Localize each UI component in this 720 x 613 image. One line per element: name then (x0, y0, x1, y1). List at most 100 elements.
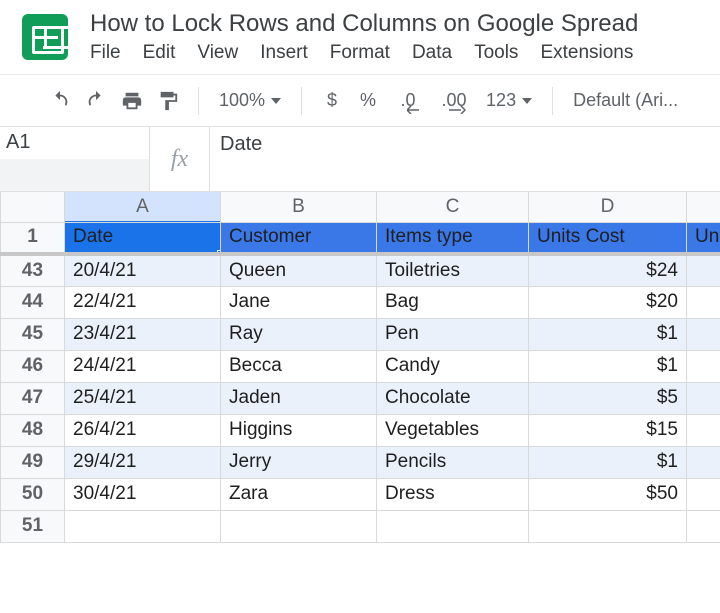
row-header[interactable]: 49 (1, 446, 65, 478)
cell[interactable]: Unit (687, 222, 720, 254)
cell[interactable] (221, 510, 377, 542)
cell[interactable]: 25/4/21 (65, 382, 221, 414)
menu-extensions[interactable]: Extensions (540, 42, 633, 64)
cell[interactable]: Items type (377, 222, 529, 254)
name-box-value: A1 (6, 131, 30, 154)
number-format-select[interactable]: 123 (480, 90, 538, 111)
cell[interactable]: $15 (529, 414, 687, 446)
column-header-b[interactable]: B (221, 192, 377, 222)
toolbar: 100% $ % .0 .00 123 Default (Ari... (0, 74, 720, 126)
column-header-a[interactable]: A (65, 192, 221, 222)
cell[interactable] (377, 510, 529, 542)
cell[interactable]: $1 (529, 446, 687, 478)
cell[interactable]: Zara (221, 478, 377, 510)
cell[interactable]: $1 (529, 318, 687, 350)
cell[interactable] (687, 382, 720, 414)
increase-decimal-button[interactable]: .00 (432, 85, 476, 117)
column-header-d[interactable]: D (529, 192, 687, 222)
cell[interactable]: Queen (221, 254, 377, 286)
name-box[interactable]: A1 (0, 127, 150, 191)
menu-view[interactable]: View (197, 42, 238, 64)
row-header[interactable]: 1 (1, 222, 65, 254)
cell[interactable]: $1 (529, 350, 687, 382)
cell[interactable]: Jaden (221, 382, 377, 414)
cell[interactable]: Becca (221, 350, 377, 382)
cell[interactable]: Higgins (221, 414, 377, 446)
row-header[interactable]: 50 (1, 478, 65, 510)
row-header[interactable]: 46 (1, 350, 65, 382)
percent-label: % (360, 90, 376, 111)
cell[interactable]: 30/4/21 (65, 478, 221, 510)
cell[interactable] (687, 446, 720, 478)
cell[interactable] (687, 350, 720, 382)
cell[interactable] (687, 254, 720, 286)
cell[interactable] (687, 318, 720, 350)
row-header[interactable]: 43 (1, 254, 65, 286)
cell[interactable]: Bag (377, 286, 529, 318)
cell[interactable]: Pen (377, 318, 529, 350)
cell[interactable]: Date (65, 222, 221, 254)
cell[interactable]: 23/4/21 (65, 318, 221, 350)
redo-button[interactable] (80, 85, 112, 117)
cell[interactable]: Candy (377, 350, 529, 382)
column-header-c[interactable]: C (377, 192, 529, 222)
cell[interactable]: 20/4/21 (65, 254, 221, 286)
spreadsheet-grid[interactable]: A B C D 1 Date Customer Items type Units… (0, 192, 720, 543)
cell[interactable]: $20 (529, 286, 687, 318)
menu-data[interactable]: Data (412, 42, 452, 64)
menu-file[interactable]: File (90, 42, 121, 64)
logo-wrap (0, 8, 90, 60)
select-all-corner[interactable] (1, 192, 65, 222)
cell[interactable]: 24/4/21 (65, 350, 221, 382)
menu-tools[interactable]: Tools (474, 42, 518, 64)
row-header[interactable]: 47 (1, 382, 65, 414)
cell[interactable]: Units Cost (529, 222, 687, 254)
document-title[interactable]: How to Lock Rows and Columns on Google S… (90, 8, 720, 42)
cell[interactable]: Customer (221, 222, 377, 254)
formula-input[interactable]: Date (210, 127, 720, 191)
cell[interactable]: 29/4/21 (65, 446, 221, 478)
print-button[interactable] (116, 85, 148, 117)
cell[interactable]: Toiletries (377, 254, 529, 286)
cell[interactable]: 26/4/21 (65, 414, 221, 446)
font-select[interactable]: Default (Ari... (567, 90, 684, 111)
cell[interactable] (687, 286, 720, 318)
cell[interactable]: $50 (529, 478, 687, 510)
cell[interactable]: Jerry (221, 446, 377, 478)
cell[interactable]: $5 (529, 382, 687, 414)
decrease-decimal-icon: .0 (401, 90, 416, 111)
cell[interactable] (687, 510, 720, 542)
cell[interactable]: Jane (221, 286, 377, 318)
zoom-select[interactable]: 100% (213, 90, 287, 111)
cell[interactable]: Vegetables (377, 414, 529, 446)
undo-button[interactable] (44, 85, 76, 117)
cell[interactable]: Ray (221, 318, 377, 350)
format-percent-button[interactable]: % (352, 85, 384, 117)
row-header[interactable]: 48 (1, 414, 65, 446)
cell[interactable] (65, 510, 221, 542)
cell[interactable] (687, 414, 720, 446)
cell[interactable] (529, 510, 687, 542)
format-currency-button[interactable]: $ (316, 85, 348, 117)
name-box-dropdown[interactable] (0, 159, 149, 191)
paint-format-button[interactable] (152, 85, 184, 117)
cell[interactable] (687, 478, 720, 510)
fx-icon: fx (150, 127, 210, 191)
menu-bar: File Edit View Insert Format Data Tools … (90, 42, 720, 74)
sheets-logo-icon[interactable] (22, 14, 68, 60)
menu-insert[interactable]: Insert (260, 42, 308, 64)
row-header[interactable]: 51 (1, 510, 65, 542)
number-format-label: 123 (486, 90, 516, 111)
column-header-e[interactable] (687, 192, 720, 222)
cell[interactable]: Dress (377, 478, 529, 510)
cell[interactable]: $24 (529, 254, 687, 286)
menu-format[interactable]: Format (330, 42, 390, 64)
cell[interactable]: 22/4/21 (65, 286, 221, 318)
cell[interactable]: Pencils (377, 446, 529, 478)
row-header[interactable]: 44 (1, 286, 65, 318)
decrease-decimal-button[interactable]: .0 (388, 85, 428, 117)
cell[interactable]: Chocolate (377, 382, 529, 414)
paint-format-icon (157, 90, 179, 112)
menu-edit[interactable]: Edit (143, 42, 176, 64)
row-header[interactable]: 45 (1, 318, 65, 350)
